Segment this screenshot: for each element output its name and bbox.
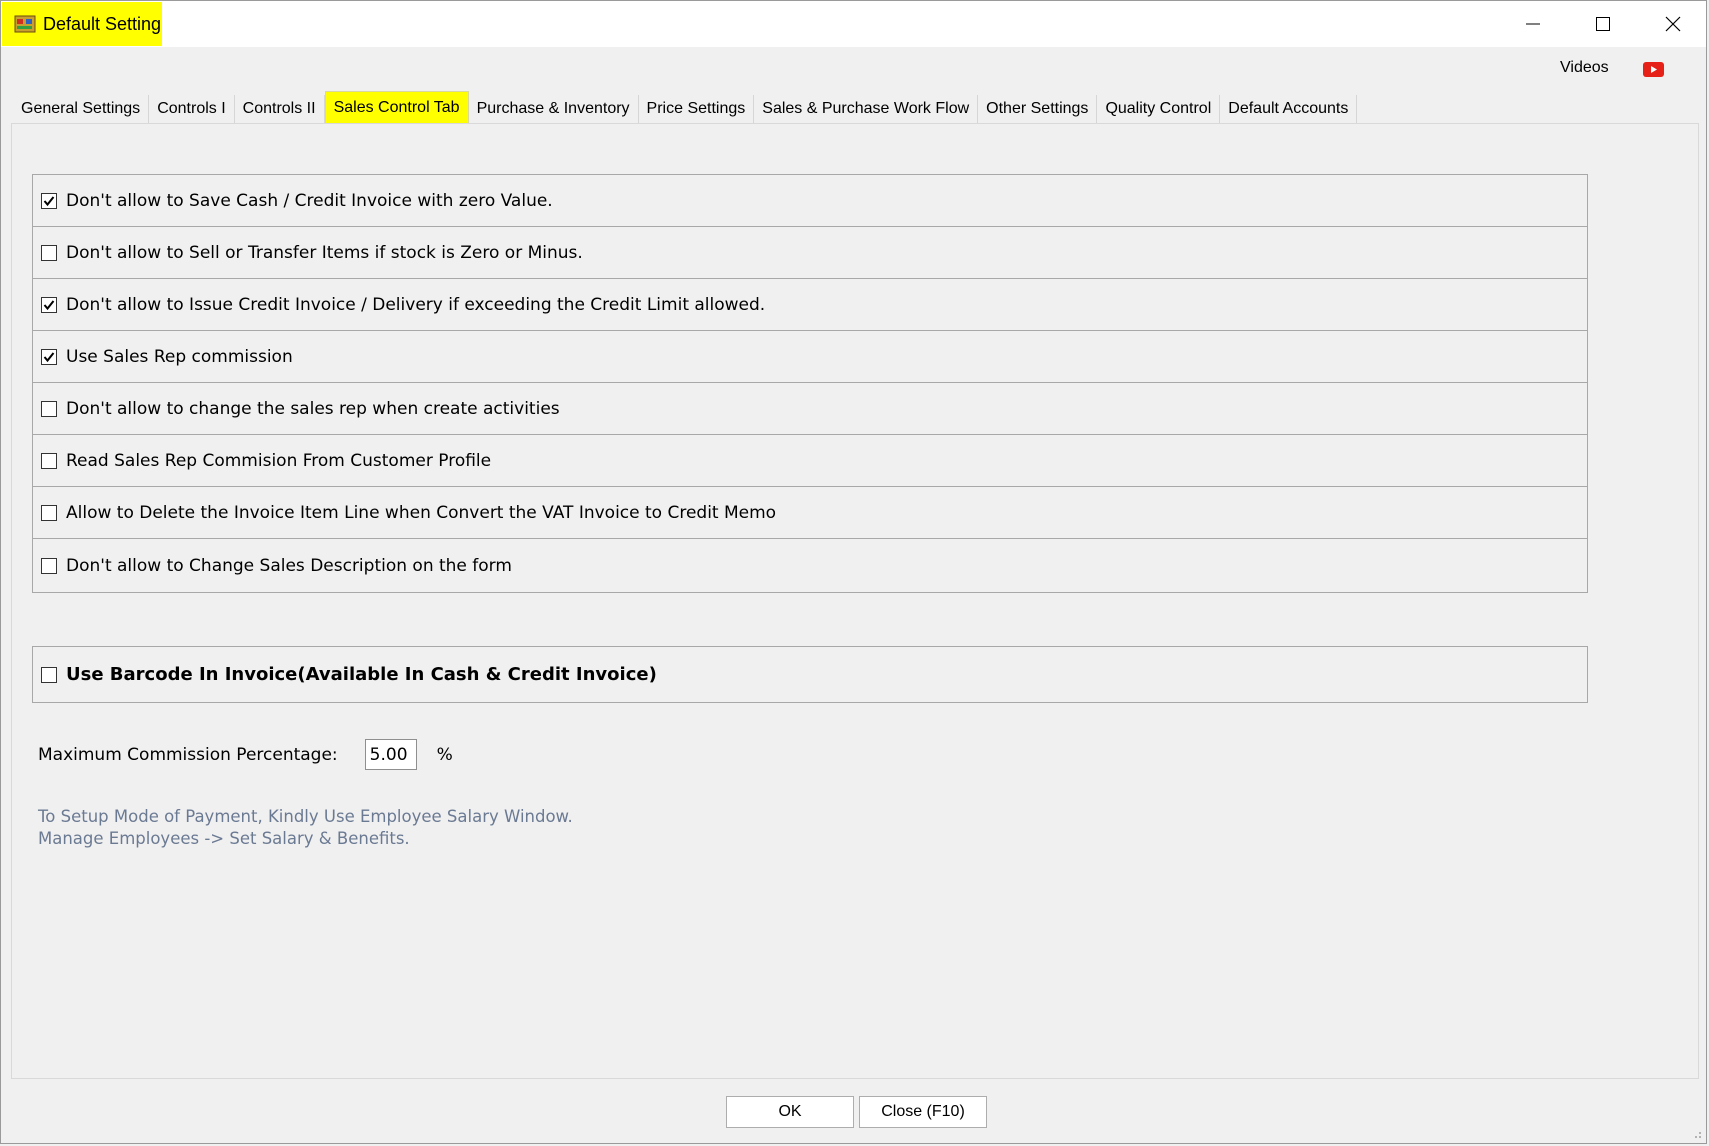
option-label: Don't allow to Change Sales Description …: [66, 555, 512, 576]
tab-sales-control-tab[interactable]: Sales Control Tab: [324, 91, 469, 123]
settings-tab-bar: General Settings Controls I Controls II Sal…: [13, 91, 1358, 123]
max-commission-row: Maximum Commission Percentage: 5.00 %: [38, 739, 453, 770]
maximize-icon: [1596, 17, 1610, 31]
option-row[interactable]: Read Sales Rep Commision From Customer P…: [33, 435, 1587, 487]
tab-sales-purchase-work-flow[interactable]: Sales & Purchase Work Flow: [754, 95, 979, 123]
tab-default-accounts[interactable]: Default Accounts: [1220, 95, 1358, 123]
tab-controls-i[interactable]: Controls I: [149, 95, 235, 123]
close-icon: [1665, 16, 1681, 32]
app-icon: [14, 13, 36, 35]
option-row[interactable]: Don't allow to change the sales rep when…: [33, 383, 1587, 435]
title-bar: Default Setting: [1, 1, 1706, 47]
option-label: Don't allow to Issue Credit Invoice / De…: [66, 294, 766, 315]
sales-control-options: Don't allow to Save Cash / Credit Invoic…: [32, 174, 1588, 593]
option-row[interactable]: Allow to Delete the Invoice Item Line wh…: [33, 487, 1587, 539]
payment-setup-note-line2: Manage Employees -> Set Salary & Benefit…: [38, 829, 410, 848]
barcode-checkbox[interactable]: [41, 666, 57, 683]
option-row[interactable]: Don't allow to Save Cash / Credit Invoic…: [33, 175, 1587, 227]
option-row[interactable]: Use Sales Rep commission: [33, 331, 1587, 383]
option-label: Don't allow to change the sales rep when…: [66, 398, 560, 419]
checkbox-checked[interactable]: [41, 348, 57, 365]
barcode-option[interactable]: Use Barcode In Invoice(Available In Cash…: [32, 646, 1588, 703]
checkbox-unchecked[interactable]: [41, 452, 57, 469]
option-label: Allow to Delete the Invoice Item Line wh…: [66, 502, 777, 523]
option-label: Don't allow to Sell or Transfer Items if…: [66, 242, 583, 263]
tab-price-settings[interactable]: Price Settings: [639, 95, 755, 123]
youtube-icon[interactable]: [1643, 62, 1664, 77]
tab-purchase-inventory[interactable]: Purchase & Inventory: [469, 95, 639, 123]
option-row[interactable]: Don't allow to Issue Credit Invoice / De…: [33, 279, 1587, 331]
videos-link[interactable]: Videos: [1560, 59, 1609, 77]
tab-quality-control[interactable]: Quality Control: [1097, 95, 1221, 123]
checkbox-checked[interactable]: [41, 192, 57, 209]
max-commission-input[interactable]: 5.00: [364, 739, 417, 770]
barcode-option-label: Use Barcode In Invoice(Available In Cash…: [66, 664, 657, 685]
max-commission-label: Maximum Commission Percentage:: [38, 744, 338, 765]
tab-general-settings[interactable]: General Settings: [13, 95, 150, 123]
payment-setup-note-line1: To Setup Mode of Payment, Kindly Use Emp…: [38, 807, 573, 826]
ok-button[interactable]: OK: [726, 1096, 854, 1128]
checkbox-unchecked[interactable]: [41, 504, 57, 521]
window-title: Default Setting: [43, 13, 162, 34]
title-highlight: Default Setting: [2, 2, 162, 46]
option-label: Read Sales Rep Commision From Customer P…: [66, 450, 492, 471]
close-window-button[interactable]: [1638, 1, 1708, 47]
option-row[interactable]: Don't allow to Sell or Transfer Items if…: [33, 227, 1587, 279]
option-row[interactable]: Don't allow to Change Sales Description …: [33, 539, 1587, 592]
option-label: Use Sales Rep commission: [66, 346, 293, 367]
payment-setup-note: To Setup Mode of Payment, Kindly Use Emp…: [38, 806, 573, 850]
checkbox-unchecked[interactable]: [41, 557, 57, 574]
tab-controls-ii[interactable]: Controls II: [235, 95, 325, 123]
default-setting-window: Default Setting Videos General Settings C…: [0, 0, 1707, 1144]
tab-other-settings[interactable]: Other Settings: [978, 95, 1098, 123]
close-button[interactable]: Close (F10): [859, 1096, 987, 1128]
maximize-button[interactable]: [1568, 1, 1638, 47]
minimize-icon: [1526, 23, 1540, 25]
checkbox-unchecked[interactable]: [41, 244, 57, 261]
checkbox-checked[interactable]: [41, 296, 57, 313]
option-label: Don't allow to Save Cash / Credit Invoic…: [66, 190, 553, 211]
percent-unit: %: [436, 744, 453, 765]
checkbox-unchecked[interactable]: [41, 400, 57, 417]
minimize-button[interactable]: [1498, 1, 1568, 47]
resize-grip-icon[interactable]: [1690, 1127, 1702, 1139]
